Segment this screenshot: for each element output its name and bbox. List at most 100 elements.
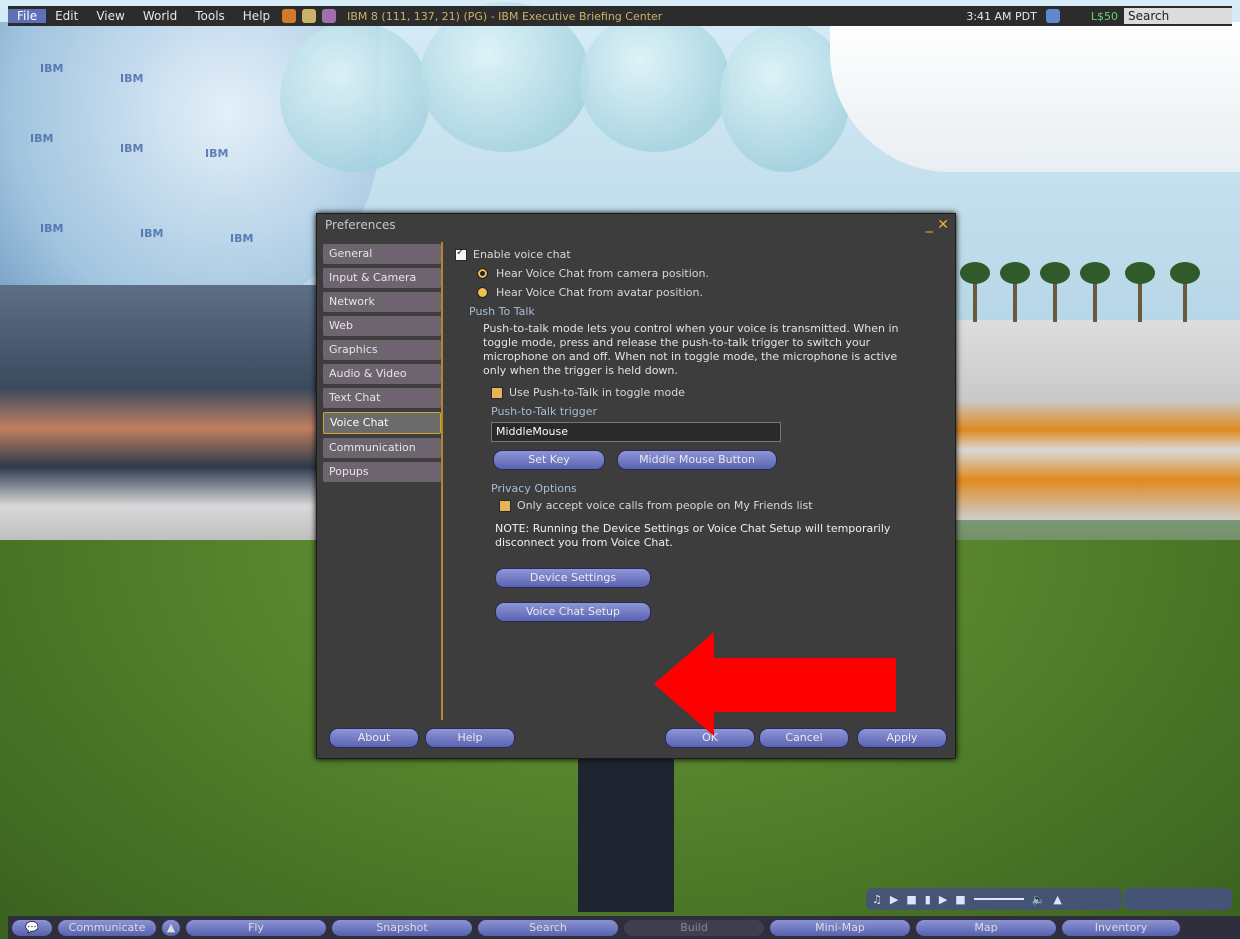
search-button[interactable]: Search (478, 919, 618, 936)
stop-icon[interactable]: ■ (906, 893, 916, 906)
ptt-description: Push-to-talk mode lets you control when … (483, 322, 899, 377)
inventory-button[interactable]: Inventory (1062, 919, 1180, 936)
tab-text-chat[interactable]: Text Chat (323, 388, 441, 408)
enable-voice-label: Enable voice chat (473, 248, 571, 261)
radio-avatar[interactable] (477, 287, 488, 298)
window-title: Preferences (325, 218, 396, 232)
dome-logo: IBM (120, 142, 144, 155)
glass-bubbles (280, 2, 860, 182)
minimize-icon[interactable]: _ (926, 217, 933, 233)
menu-file[interactable]: File (8, 9, 47, 23)
stop-icon[interactable]: ■ (955, 893, 965, 906)
fly-button[interactable]: Fly (186, 919, 326, 936)
tab-popups[interactable]: Popups (323, 462, 441, 482)
ptt-trigger-field[interactable]: MiddleMouse (491, 422, 781, 442)
music-icon[interactable]: ♫ (872, 893, 882, 906)
privacy-row: Only accept voice calls from people on M… (499, 499, 945, 512)
toggle-checkbox[interactable] (491, 386, 503, 399)
tree (1170, 262, 1200, 322)
radio-camera-label: Hear Voice Chat from camera position. (496, 267, 709, 280)
play-icon[interactable]: ▶ (939, 893, 947, 906)
arrow-up-icon[interactable]: ▲ (1053, 893, 1061, 906)
communicate-arrow-icon[interactable]: ▲ (162, 919, 180, 936)
bottom-toolbar: 💬 Communicate ▲ Fly Snapshot Search Buil… (8, 916, 1240, 939)
sky-platform (830, 22, 1240, 172)
dome-logo: IBM (140, 227, 164, 240)
note-text: NOTE: Running the Device Settings or Voi… (495, 522, 891, 549)
fly-icon[interactable] (302, 9, 317, 23)
tab-audio-video[interactable]: Audio & Video (323, 364, 441, 384)
tab-voice-chat[interactable]: Voice Chat (323, 412, 441, 434)
close-icon[interactable]: ✕ (937, 217, 949, 233)
volume-icon[interactable]: 🔈 (1032, 893, 1046, 906)
plaza (955, 320, 1240, 520)
privacy-checkbox[interactable] (499, 499, 511, 512)
tree (960, 262, 990, 322)
voice-setup-wrap: Voice Chat Setup (495, 602, 945, 622)
menu-help[interactable]: Help (234, 9, 279, 23)
tab-input-camera[interactable]: Input & Camera (323, 268, 441, 288)
radio-avatar-label: Hear Voice Chat from avatar position. (496, 286, 703, 299)
avatar[interactable] (578, 752, 674, 912)
play-icon[interactable]: ▶ (890, 893, 898, 906)
annotation-arrow (654, 632, 896, 736)
enable-voice-row: Enable voice chat (455, 247, 945, 261)
tab-divider (441, 242, 443, 720)
clock: 3:41 AM PDT (966, 9, 1037, 23)
enable-voice-checkbox[interactable] (455, 247, 467, 261)
build-icon[interactable] (322, 9, 337, 23)
home-icon[interactable] (282, 9, 297, 23)
arrow-shape (654, 632, 896, 736)
prefs-tabs: General Input & Camera Network Web Graph… (323, 244, 441, 486)
dome-logo: IBM (120, 72, 144, 85)
menu-view[interactable]: View (87, 9, 133, 23)
buy-currency-icon[interactable] (1045, 9, 1060, 23)
dome-logo: IBM (30, 132, 54, 145)
tab-web[interactable]: Web (323, 316, 441, 336)
search-input[interactable]: Search (1124, 8, 1232, 24)
location-title[interactable]: IBM 8 (111, 137, 21) (PG) - IBM Executiv… (347, 10, 662, 23)
toggle-label: Use Push-to-Talk in toggle mode (509, 386, 685, 399)
building (0, 285, 320, 545)
window-controls: _ ✕ (926, 214, 949, 236)
privacy-heading: Privacy Options (491, 482, 577, 495)
set-key-button[interactable]: Set Key (493, 450, 605, 470)
media-controls: ♫ ▶ ■ ▮ ▶ ■ 🔈 ▲ (866, 888, 1122, 910)
help-button[interactable]: Help (425, 728, 515, 748)
voice-chat-setup-button[interactable]: Voice Chat Setup (495, 602, 651, 622)
trigger-heading: Push-to-Talk trigger (491, 405, 597, 418)
tree (1125, 262, 1155, 322)
menu-tools[interactable]: Tools (186, 9, 234, 23)
chat-icon[interactable]: 💬 (12, 919, 52, 936)
media-icon[interactable]: ▮ (925, 893, 931, 906)
dome-logo: IBM (230, 232, 254, 245)
privacy-label: Only accept voice calls from people on M… (517, 499, 813, 512)
tab-network[interactable]: Network (323, 292, 441, 312)
balance[interactable]: L$50 (1091, 10, 1118, 23)
build-button[interactable]: Build (624, 919, 764, 936)
tree (1000, 262, 1030, 322)
dome-logo: IBM (205, 147, 229, 160)
radio-avatar-row: Hear Voice Chat from avatar position. (477, 286, 945, 299)
tab-general[interactable]: General (323, 244, 441, 264)
radio-camera[interactable] (477, 268, 488, 279)
window-titlebar[interactable]: Preferences _ ✕ (317, 214, 955, 236)
communicate-button[interactable]: Communicate (58, 919, 156, 936)
menu-world[interactable]: World (134, 9, 186, 23)
voice-chat-panel: Enable voice chat Hear Voice Chat from c… (455, 247, 945, 622)
tree (1040, 262, 1070, 322)
device-settings-wrap: Device Settings (495, 568, 945, 588)
dome-logo: IBM (40, 222, 64, 235)
menu-bar: File Edit View World Tools Help IBM 8 (1… (8, 6, 1232, 26)
tab-graphics[interactable]: Graphics (323, 340, 441, 360)
tab-communication[interactable]: Communication (323, 438, 441, 458)
about-button[interactable]: About (329, 728, 419, 748)
device-settings-button[interactable]: Device Settings (495, 568, 651, 588)
map-button[interactable]: Map (916, 919, 1056, 936)
volume-slider[interactable] (973, 898, 1024, 900)
snapshot-button[interactable]: Snapshot (332, 919, 472, 936)
middle-mouse-button[interactable]: Middle Mouse Button (617, 450, 777, 470)
ptt-heading: Push To Talk (469, 305, 535, 318)
menu-edit[interactable]: Edit (46, 9, 87, 23)
mini-map-button[interactable]: Mini-Map (770, 919, 910, 936)
